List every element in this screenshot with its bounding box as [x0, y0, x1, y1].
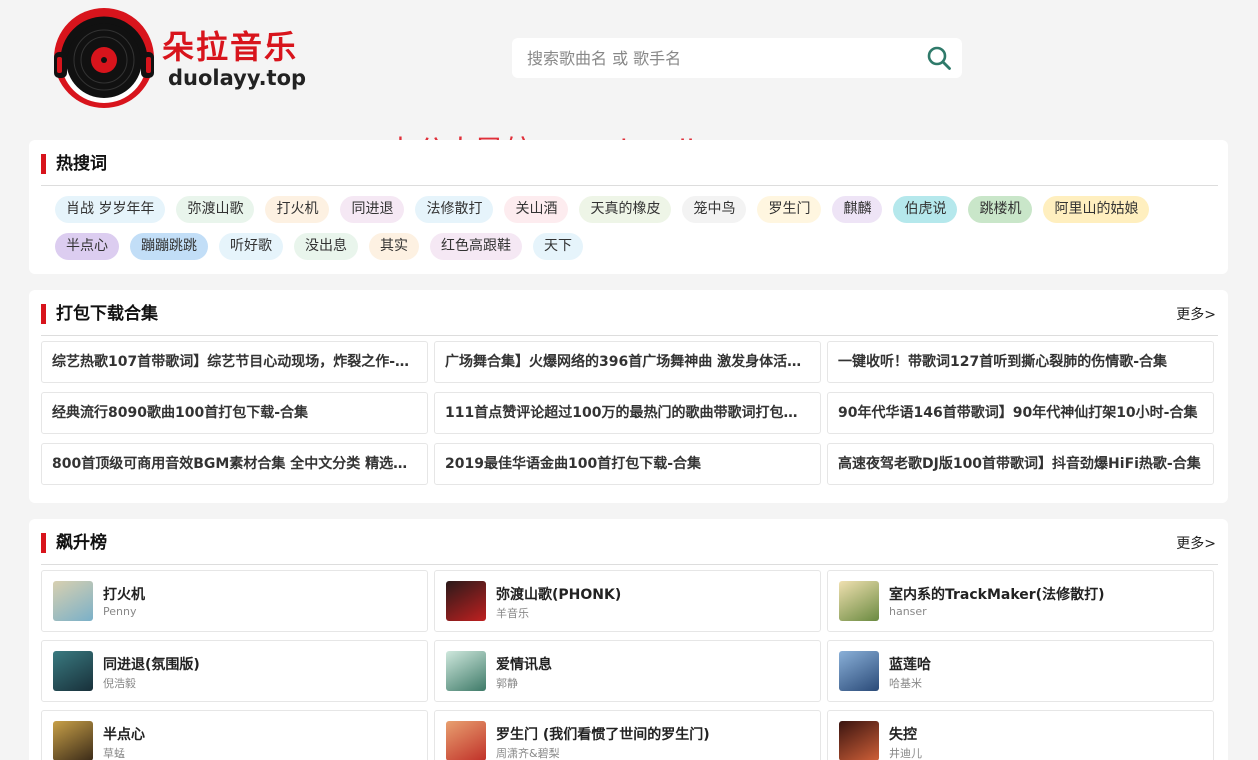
- song-card[interactable]: 爱情讯息 郭静: [434, 640, 821, 702]
- logo-text-cn: 朵拉音乐: [162, 28, 299, 66]
- song-card[interactable]: 半点心 草蜢: [41, 710, 428, 760]
- hot-tag[interactable]: 听好歌: [219, 233, 283, 260]
- search-icon: [927, 46, 951, 70]
- album-cover-image[interactable]: [839, 581, 879, 621]
- download-bundle-link[interactable]: 90年代华语146首带歌词】90年代神仙打架10小时-合集: [827, 392, 1214, 434]
- song-artist: 倪浩毅: [103, 677, 136, 690]
- album-cover-image[interactable]: [446, 651, 486, 691]
- rising-title: 飙升榜: [41, 533, 107, 553]
- download-bundle-link[interactable]: 高速夜驾老歌DJ版100首带歌词】抖音劲爆HiFi热歌-合集: [827, 443, 1214, 485]
- album-cover-image[interactable]: [53, 581, 93, 621]
- download-more-link[interactable]: 更多>: [1176, 304, 1216, 324]
- song-card[interactable]: 打火机 Penny: [41, 570, 428, 632]
- hot-tag[interactable]: 天下: [533, 233, 583, 260]
- download-bundle-link[interactable]: 111首点赞评论超过100万的最热门的歌曲带歌词打包下载-合集: [434, 392, 821, 434]
- album-cover-image[interactable]: [53, 651, 93, 691]
- song-card[interactable]: 罗生门 (我们看惯了世间的罗生门) 周潇齐&碧梨: [434, 710, 821, 760]
- album-cover-image[interactable]: [839, 651, 879, 691]
- rising-header: 飙升榜 更多>: [41, 519, 1218, 565]
- song-title[interactable]: 爱情讯息: [496, 654, 552, 674]
- hot-tag[interactable]: 笼中鸟: [682, 196, 747, 223]
- song-card[interactable]: 弥渡山歌(PHONK) 羊音乐: [434, 570, 821, 632]
- hot-tag[interactable]: 天真的橡皮: [579, 196, 672, 223]
- hot-tag[interactable]: 阿里山的姑娘: [1043, 196, 1150, 223]
- song-title[interactable]: 失控: [889, 724, 917, 744]
- song-title[interactable]: 罗生门 (我们看惯了世间的罗生门): [496, 724, 710, 744]
- hot-tag[interactable]: 罗生门: [757, 196, 822, 223]
- site-header: 朵拉音乐 duolayy.top 办公人导航 www.bgrdh.com: [0, 0, 1258, 168]
- download-bundle-link[interactable]: 2019最佳华语金曲100首打包下载-合集: [434, 443, 821, 485]
- song-title[interactable]: 室内系的TrackMaker(法修散打): [889, 584, 1104, 604]
- download-bundle-link[interactable]: 广场舞合集】火爆网络的396首广场舞神曲 激发身体活力-合集: [434, 341, 821, 383]
- song-title[interactable]: 同进退(氛围版): [103, 654, 200, 674]
- hot-tag[interactable]: 弥渡山歌: [176, 196, 255, 223]
- download-bundle-link[interactable]: 800首顶级可商用音效BGM素材合集 全中文分类 精选素材-合集: [41, 443, 428, 485]
- download-bundle-link[interactable]: 综艺热歌107首带歌词】综艺节目心动现场，炸裂之作-合集: [41, 341, 428, 383]
- song-artist: 郭静: [496, 677, 518, 690]
- search-box: [512, 38, 962, 78]
- hot-tag[interactable]: 蹦蹦跳跳: [130, 233, 208, 260]
- album-cover-image[interactable]: [53, 721, 93, 760]
- album-cover-image[interactable]: [446, 581, 486, 621]
- rising-panel: 飙升榜 更多> 打火机 Penny 弥渡山歌(PHONK) 羊音乐 室内系的TrackM…: [29, 519, 1228, 760]
- search-button[interactable]: [922, 42, 956, 74]
- song-card[interactable]: 失控 井迪儿: [827, 710, 1214, 760]
- album-cover-image[interactable]: [446, 721, 486, 760]
- hot-search-title: 热搜词: [41, 154, 107, 174]
- hot-tag[interactable]: 打火机: [265, 196, 330, 223]
- download-header: 打包下载合集 更多>: [41, 290, 1218, 336]
- album-cover-image[interactable]: [839, 721, 879, 760]
- song-artist: 羊音乐: [496, 607, 529, 620]
- hot-tag[interactable]: 伯虎说: [893, 196, 958, 223]
- download-panel: 打包下载合集 更多> 综艺热歌107首带歌词】综艺节目心动现场，炸裂之作-合集广…: [29, 290, 1228, 503]
- hot-tag-list: 肖战 岁岁年年 弥渡山歌 打火机 同进退 法修散打 关山酒 天真的橡皮 笼中鸟 罗生门 麒麟 伯虎说…: [55, 196, 1205, 270]
- hot-tag[interactable]: 同进退: [340, 196, 405, 223]
- search-input[interactable]: [512, 38, 912, 78]
- song-title[interactable]: 打火机: [103, 584, 145, 604]
- hot-tag[interactable]: 其实: [369, 233, 419, 260]
- song-artist: 周潇齐&碧梨: [496, 747, 560, 760]
- hot-tag[interactable]: 肖战 岁岁年年: [55, 196, 166, 223]
- vinyl-headphones-icon: [54, 8, 154, 108]
- song-title[interactable]: 半点心: [103, 724, 145, 744]
- hot-tag[interactable]: 麒麟: [832, 196, 883, 223]
- song-title[interactable]: 弥渡山歌(PHONK): [496, 584, 621, 604]
- song-artist: 哈基米: [889, 677, 922, 690]
- hot-tag[interactable]: 跳楼机: [968, 196, 1033, 223]
- download-title: 打包下载合集: [41, 304, 158, 324]
- download-bundle-link[interactable]: 一键收听！带歌词127首听到撕心裂肺的伤情歌-合集: [827, 341, 1214, 383]
- hot-tag[interactable]: 半点心: [55, 233, 119, 260]
- song-card[interactable]: 同进退(氛围版) 倪浩毅: [41, 640, 428, 702]
- hot-tag[interactable]: 没出息: [294, 233, 358, 260]
- logo-text-en: duolayy.top: [168, 66, 307, 90]
- song-artist: 井迪儿: [889, 747, 922, 760]
- song-card[interactable]: 蓝莲哈 哈基米: [827, 640, 1214, 702]
- song-artist: 草蜢: [103, 747, 125, 760]
- hot-tag[interactable]: 关山酒: [504, 196, 569, 223]
- hot-search-panel: 热搜词 肖战 岁岁年年 弥渡山歌 打火机 同进退 法修散打 关山酒 天真的橡皮 笼中鸟 罗生门麒…: [29, 140, 1228, 274]
- rising-more-link[interactable]: 更多>: [1176, 533, 1216, 553]
- download-bundle-link[interactable]: 经典流行8090歌曲100首打包下载-合集: [41, 392, 428, 434]
- song-artist: Penny: [103, 605, 137, 618]
- hot-tag[interactable]: 红色高跟鞋: [430, 233, 522, 260]
- song-card[interactable]: 室内系的TrackMaker(法修散打) hanser: [827, 570, 1214, 632]
- hot-search-header: 热搜词: [41, 140, 1218, 186]
- song-artist: hanser: [889, 605, 927, 618]
- site-logo[interactable]: 朵拉音乐 duolayy.top: [50, 4, 310, 114]
- hot-tag[interactable]: 法修散打: [415, 196, 494, 223]
- song-title[interactable]: 蓝莲哈: [889, 654, 931, 674]
